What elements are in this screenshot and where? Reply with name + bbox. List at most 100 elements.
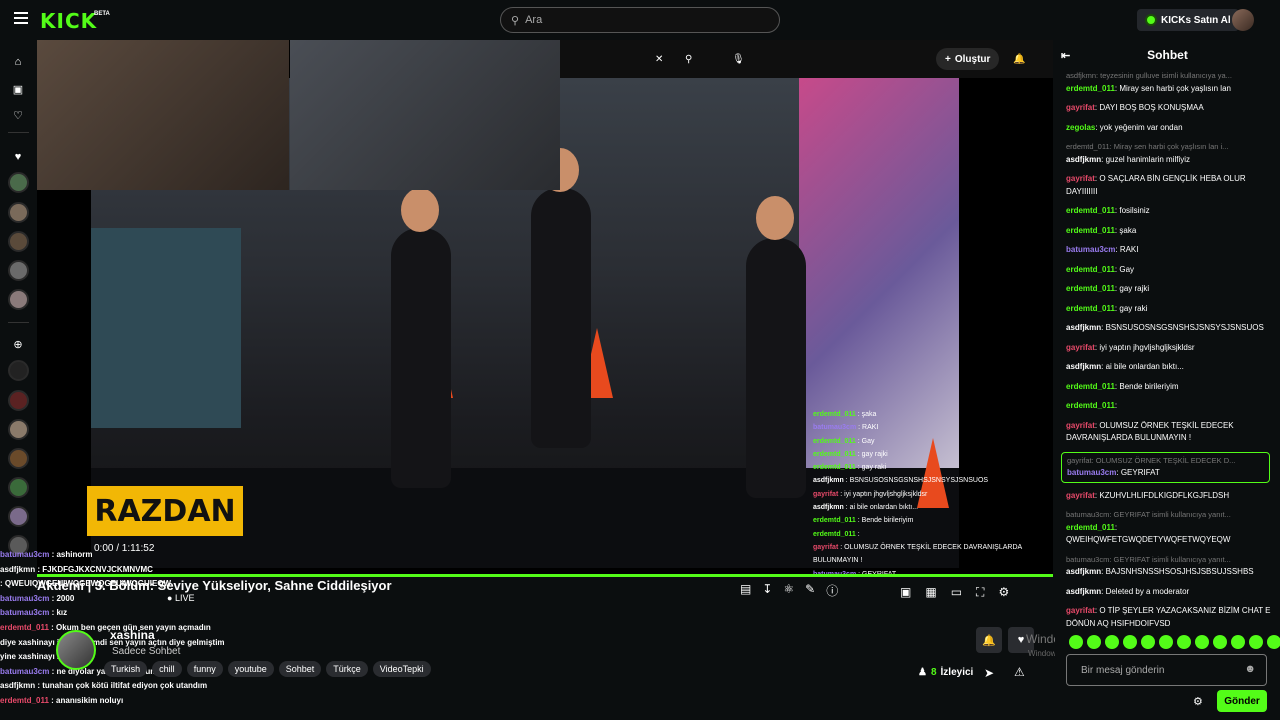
live-broadcast-icon[interactable]: ⊕ bbox=[10, 336, 26, 352]
chat-title: Sohbet bbox=[1147, 48, 1188, 62]
overlay-chat-username: erdemtd_011 bbox=[813, 517, 856, 525]
home-icon[interactable]: ⌂ bbox=[10, 54, 26, 70]
settings-gear-icon[interactable]: ⚙ bbox=[998, 585, 1009, 600]
sponsor-icon[interactable]: ⚛ bbox=[783, 582, 794, 610]
share-icon[interactable]: ➤ bbox=[984, 666, 994, 680]
chat-username[interactable]: erdemtd_011 bbox=[1066, 401, 1115, 410]
stream-tag[interactable]: Türkçe bbox=[326, 661, 368, 677]
stream-category[interactable]: Sadece Sohbet bbox=[112, 646, 180, 657]
emote-icon[interactable] bbox=[1231, 635, 1245, 649]
chat-username[interactable]: asdfjkmn bbox=[1066, 323, 1101, 332]
chat-input[interactable]: Bir mesaj gönderin ☻ bbox=[1066, 654, 1267, 686]
report-icon[interactable]: ⚠ bbox=[1014, 665, 1025, 679]
edit-icon[interactable]: ✎ bbox=[805, 582, 815, 610]
user-avatar[interactable] bbox=[1232, 9, 1254, 31]
create-label: Oluştur bbox=[954, 53, 991, 65]
microphone-icon[interactable]: 🎙 bbox=[732, 49, 745, 69]
collapse-chat-icon[interactable]: ⇤ bbox=[1061, 49, 1070, 62]
sidebar-channel-avatar[interactable] bbox=[8, 419, 29, 440]
fullscreen-icon[interactable]: ⛶ bbox=[976, 585, 984, 600]
info-icon[interactable]: ⓘ bbox=[826, 582, 838, 610]
streamer-avatar[interactable] bbox=[56, 630, 96, 670]
clip-icon[interactable]: ▦ bbox=[925, 585, 936, 600]
chat-settings-gear-icon[interactable]: ⚙ bbox=[1193, 695, 1203, 708]
chat-username[interactable]: gayrifat bbox=[1066, 174, 1095, 183]
heart-icon[interactable]: ♥ bbox=[10, 149, 26, 165]
bell-icon[interactable]: 🔔 bbox=[1013, 49, 1025, 69]
emote-icon[interactable] bbox=[1249, 635, 1263, 649]
buy-kicks-button[interactable]: KICKs Satın Al bbox=[1137, 9, 1239, 31]
chat-username[interactable]: batumau3cm bbox=[1066, 245, 1115, 254]
notification-bell-button[interactable]: 🔔 bbox=[976, 627, 1002, 653]
overlay-chat-message: gayrifat : OLUMSUZ ÖRNEK TEŞKİL EDECEK D… bbox=[813, 543, 1022, 565]
emoji-icon[interactable]: ☻ bbox=[1244, 663, 1256, 675]
emote-icon[interactable] bbox=[1159, 635, 1173, 649]
create-button[interactable]: + Oluştur bbox=[936, 48, 1000, 70]
video-player[interactable]: RAZDAN ✕ ⚲ 🎙 + Oluştur 🔔 erdemtd_011 : ş… bbox=[37, 40, 1053, 575]
chat-username[interactable]: gayrifat bbox=[1066, 491, 1095, 500]
stream-tag[interactable]: funny bbox=[186, 661, 223, 677]
chat-username[interactable]: erdemtd_011 bbox=[1066, 84, 1115, 93]
emote-icon[interactable] bbox=[1123, 635, 1137, 649]
emote-icon[interactable] bbox=[1177, 635, 1191, 649]
emote-icon[interactable] bbox=[1141, 635, 1155, 649]
chat-username[interactable]: erdemtd_011 bbox=[1066, 382, 1115, 391]
send-button[interactable]: Gönder bbox=[1217, 690, 1267, 712]
chat-username[interactable]: asdfjkmn bbox=[1066, 155, 1101, 164]
overlay-chat-message: erdemtd_011 : Gay bbox=[813, 437, 875, 445]
chat-username[interactable]: erdemtd_011 bbox=[1066, 226, 1115, 235]
chat-username[interactable]: erdemtd_011 bbox=[1066, 523, 1115, 532]
sidebar-channel-avatar[interactable] bbox=[8, 172, 29, 193]
stream-tag[interactable]: Turkish bbox=[104, 661, 148, 677]
chat-username[interactable]: zegolas bbox=[1066, 123, 1095, 132]
stream-tag[interactable]: chill bbox=[152, 661, 182, 677]
overlay-chat-message: erdemtd_011 : gay rajki bbox=[813, 450, 888, 458]
sidebar-channel-avatar[interactable] bbox=[8, 390, 29, 411]
sidebar-channel-avatar[interactable] bbox=[8, 448, 29, 469]
sidebar-channel-avatar[interactable] bbox=[8, 360, 29, 381]
emote-icon[interactable] bbox=[1213, 635, 1227, 649]
overlay-chat-username: asdfjkmn bbox=[813, 477, 844, 485]
search-input[interactable]: ⚲ Ara bbox=[500, 7, 780, 33]
chat-username[interactable]: erdemtd_011 bbox=[1066, 304, 1115, 313]
chat-username[interactable]: asdfjkmn bbox=[1066, 587, 1101, 596]
captions-icon[interactable]: ▤ bbox=[740, 582, 751, 610]
download-icon[interactable]: ↧ bbox=[762, 582, 772, 610]
emote-icon[interactable] bbox=[1087, 635, 1101, 649]
chat-username[interactable]: gayrifat bbox=[1066, 103, 1095, 112]
miniplayer-icon[interactable]: ▣ bbox=[900, 585, 911, 600]
emote-icon[interactable] bbox=[1069, 635, 1083, 649]
hamburger-menu-icon[interactable] bbox=[14, 12, 28, 24]
close-icon[interactable]: ✕ bbox=[655, 49, 663, 69]
sidebar-channel-avatar[interactable] bbox=[8, 506, 29, 527]
theater-mode-icon[interactable]: ▭ bbox=[951, 585, 962, 600]
emote-icon[interactable] bbox=[1105, 635, 1119, 649]
chat-username[interactable]: gayrifat bbox=[1066, 606, 1095, 615]
viewer-count-label: İzleyici bbox=[940, 667, 974, 678]
search-icon[interactable]: ⚲ bbox=[685, 49, 692, 69]
sidebar-channel-avatar[interactable] bbox=[8, 289, 29, 310]
kick-logo[interactable]: KICK bbox=[40, 9, 97, 33]
stream-tag[interactable]: youtube bbox=[227, 661, 274, 677]
chat-username[interactable]: asdfjkmn bbox=[1066, 567, 1101, 576]
chat-username[interactable]: gayrifat bbox=[1066, 421, 1095, 430]
left-chat-message: : QWEUIQWGEUIWQGEWQGEUIWQGUIEQW bbox=[0, 579, 172, 589]
chat-username[interactable]: gayrifat bbox=[1066, 343, 1095, 352]
stream-tag[interactable]: VideoTepki bbox=[372, 661, 431, 677]
sidebar-channel-avatar[interactable] bbox=[8, 477, 29, 498]
chat-username[interactable]: erdemtd_011 bbox=[1066, 284, 1115, 293]
sidebar-channel-avatar[interactable] bbox=[8, 202, 29, 223]
chat-username[interactable]: erdemtd_011 bbox=[1066, 265, 1115, 274]
chat-username[interactable]: batumau3cm bbox=[1067, 468, 1116, 477]
stream-tag[interactable]: Sohbet bbox=[278, 661, 322, 677]
following-heart-icon[interactable]: ♡ bbox=[10, 107, 26, 123]
emote-icon[interactable] bbox=[1195, 635, 1209, 649]
browse-icon[interactable]: ▣ bbox=[10, 81, 26, 97]
chat-username[interactable]: erdemtd_011 bbox=[1066, 206, 1115, 215]
streamer-name[interactable]: xashina bbox=[110, 628, 155, 642]
dancer-head bbox=[756, 196, 794, 240]
sidebar-channel-avatar[interactable] bbox=[8, 231, 29, 252]
emote-icon[interactable] bbox=[1267, 635, 1280, 649]
sidebar-channel-avatar[interactable] bbox=[8, 260, 29, 281]
chat-username[interactable]: asdfjkmn bbox=[1066, 362, 1101, 371]
